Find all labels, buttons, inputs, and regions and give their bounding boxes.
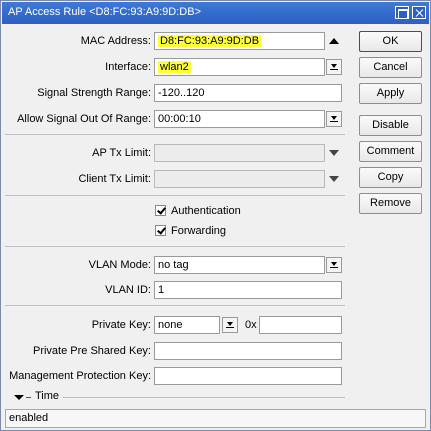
status-bar: enabled [5, 409, 426, 428]
hex-prefix-label: 0x [245, 319, 257, 331]
vlan-mode-select[interactable]: no tag [154, 256, 325, 274]
mac-address-label: MAC Address: [80, 35, 151, 47]
allow-signal-out-of-range-field[interactable]: 00:00:10 [154, 110, 325, 128]
allow-signal-out-of-range-label: Allow Signal Out Of Range: [17, 113, 151, 125]
client-tx-limit-field[interactable] [154, 170, 325, 188]
allow-signal-dropdown-icon[interactable] [326, 111, 342, 127]
title-bar[interactable]: AP Access Rule <D8:FC:93:A9:9D:DB> [2, 2, 429, 24]
apply-button[interactable]: Apply [359, 83, 422, 104]
authentication-label: Authentication [171, 205, 241, 217]
vlan-id-label: VLAN ID: [105, 284, 151, 296]
divider [5, 195, 345, 196]
collapse-up-icon[interactable] [329, 38, 339, 44]
management-protection-key-field[interactable] [154, 367, 342, 385]
interface-value: wlan2 [158, 61, 191, 73]
interface-select[interactable]: wlan2 [154, 58, 325, 76]
restore-button[interactable] [395, 6, 409, 19]
ap-access-rule-window: AP Access Rule <D8:FC:93:A9:9D:DB> MAC A… [0, 0, 431, 431]
comment-button[interactable]: Comment [359, 141, 422, 162]
vlan-mode-dropdown-icon[interactable] [326, 257, 342, 273]
forwarding-label: Forwarding [171, 225, 227, 237]
remove-button[interactable]: Remove [359, 193, 422, 214]
private-pre-shared-key-label: Private Pre Shared Key: [32, 345, 151, 357]
disable-button[interactable]: Disable [359, 115, 422, 136]
private-key-select[interactable]: none [154, 316, 220, 334]
interface-dropdown-icon[interactable] [326, 59, 342, 75]
divider [5, 134, 345, 135]
private-key-label: Private Key: [91, 319, 151, 331]
private-key-dropdown-icon[interactable] [222, 317, 238, 333]
signal-strength-range-label: Signal Strength Range: [37, 87, 151, 99]
divider [5, 305, 345, 306]
vlan-id-field[interactable]: 1 [154, 281, 342, 299]
ok-button[interactable]: OK [359, 31, 422, 52]
time-section-label[interactable]: Time [35, 390, 59, 402]
client-tx-limit-label: Client Tx Limit: [78, 173, 151, 185]
time-section-collapse-icon[interactable] [14, 395, 24, 400]
authentication-checkbox[interactable] [155, 205, 166, 216]
ap-tx-limit-label: AP Tx Limit: [92, 147, 151, 159]
time-section-dash [26, 397, 31, 398]
signal-strength-range-field[interactable]: -120..120 [154, 84, 342, 102]
interface-label: Interface: [105, 61, 151, 73]
forwarding-checkbox[interactable] [155, 225, 166, 236]
divider [5, 246, 345, 247]
private-pre-shared-key-field[interactable] [154, 342, 342, 360]
vlan-mode-label: VLAN Mode: [88, 259, 151, 271]
mac-address-field[interactable]: D8:FC:93:A9:9D:DB [154, 32, 325, 50]
close-button[interactable] [412, 6, 426, 19]
mac-address-value: D8:FC:93:A9:9D:DB [158, 35, 262, 47]
client-tx-limit-expand-icon[interactable] [329, 176, 339, 182]
ap-tx-limit-field[interactable] [154, 144, 325, 162]
ap-tx-limit-expand-icon[interactable] [329, 150, 339, 156]
private-key-hex-field[interactable] [259, 316, 342, 334]
window-title: AP Access Rule <D8:FC:93:A9:9D:DB> [8, 6, 201, 18]
cancel-button[interactable]: Cancel [359, 57, 422, 78]
time-section-line [63, 397, 345, 398]
copy-button[interactable]: Copy [359, 167, 422, 188]
management-protection-key-label: Management Protection Key: [9, 370, 151, 382]
